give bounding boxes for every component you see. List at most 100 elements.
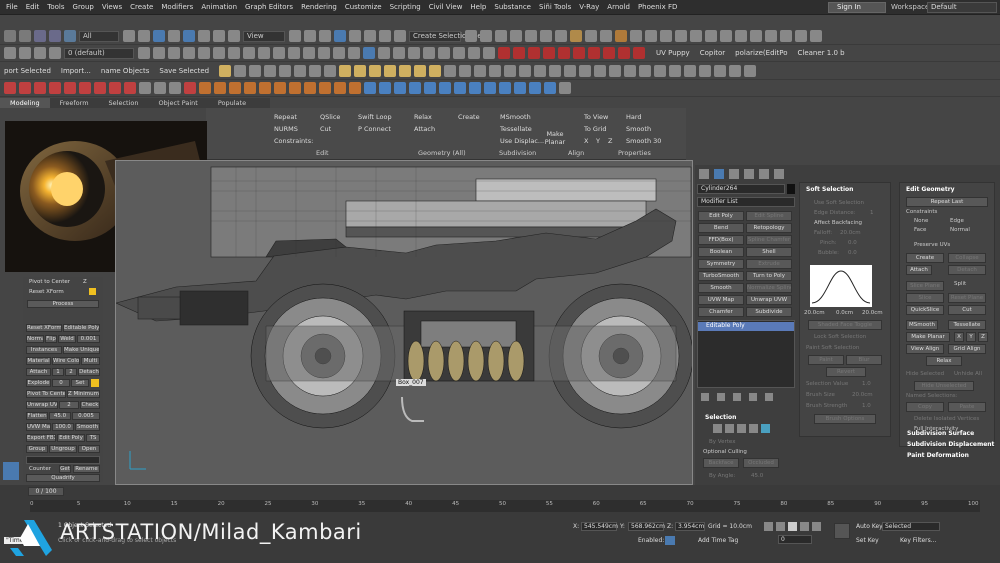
render-tool-f-icon[interactable]: [79, 82, 91, 94]
explode-value-field[interactable]: 0: [52, 379, 70, 387]
edit-geometry-header[interactable]: Edit Geometry: [906, 186, 955, 193]
unlink-icon[interactable]: [49, 30, 61, 42]
use-soft-selection-checkbox[interactable]: Use Soft Selection: [814, 200, 864, 206]
edge-distance-checkbox[interactable]: Edge Distance:: [814, 210, 856, 216]
constraint-none-radio[interactable]: None: [914, 218, 928, 224]
layer-tool-p-icon[interactable]: [378, 47, 390, 59]
script-u-icon[interactable]: [534, 65, 547, 77]
polarize-button[interactable]: polarize(EditPo: [735, 49, 787, 57]
create-button[interactable]: Create: [906, 253, 944, 263]
fluid-j-icon[interactable]: [499, 82, 511, 94]
planar-x-button[interactable]: X: [954, 332, 964, 342]
menu-views[interactable]: Views: [102, 3, 130, 11]
fire-k-icon[interactable]: [349, 82, 361, 94]
mod-shell-button[interactable]: Shell: [746, 247, 792, 257]
toolbar-icon-c[interactable]: [690, 30, 702, 42]
slice-plane-button[interactable]: Slice Plane: [906, 281, 944, 291]
script-w-icon[interactable]: [564, 65, 577, 77]
angle-snap-icon[interactable]: [349, 30, 361, 42]
ribbon-nurms[interactable]: NURMS: [274, 125, 298, 133]
pivot-to-center-button[interactable]: Pivot To Center: [26, 390, 66, 398]
script-m-icon[interactable]: [414, 65, 427, 77]
fluid-e-icon[interactable]: [424, 82, 436, 94]
make-planar-button[interactable]: Make Planar: [906, 332, 950, 342]
y-coordinate-field[interactable]: 568.962cm: [628, 522, 665, 531]
time-slider[interactable]: 0 / 100: [28, 487, 64, 496]
menu-graph-editors[interactable]: Graph Editors: [245, 3, 301, 11]
script-r-icon[interactable]: [489, 65, 502, 77]
mod-edit-poly-button[interactable]: Edit Poly: [698, 211, 744, 221]
toolbar-icon-h[interactable]: [765, 30, 777, 42]
fluid-b-icon[interactable]: [379, 82, 391, 94]
mod-spline-chamfer-button[interactable]: Spline Chamfer: [746, 235, 792, 245]
render-tool-d-icon[interactable]: [49, 82, 61, 94]
keyboard-shortcut-icon[interactable]: [319, 30, 331, 42]
move-icon[interactable]: [183, 30, 195, 42]
layer-tool-r-icon[interactable]: [408, 47, 420, 59]
ribbon-smooth[interactable]: Smooth: [626, 125, 651, 133]
mod-chamfer-button[interactable]: Chamfer: [698, 307, 744, 317]
x-coordinate-field[interactable]: 545.549cm: [581, 522, 618, 531]
brush-options-button[interactable]: Brush Options: [814, 414, 876, 424]
record-icon[interactable]: [184, 82, 196, 94]
percent-snap-icon[interactable]: [364, 30, 376, 42]
quickslice-button[interactable]: QuickSlice: [906, 305, 944, 315]
workspaces-dropdown[interactable]: Default: [927, 2, 997, 13]
hide-selected-button[interactable]: Hide Selected: [906, 371, 944, 377]
affect-backfacing-checkbox[interactable]: Affect Backfacing: [814, 220, 862, 226]
z-minimum-button[interactable]: Z Minimum: [67, 390, 100, 398]
layer-tool-u-icon[interactable]: [453, 47, 465, 59]
fire-h-icon[interactable]: [304, 82, 316, 94]
render-tool-h-icon[interactable]: [109, 82, 121, 94]
cut-button[interactable]: Cut: [948, 305, 986, 315]
set-keys-icon[interactable]: [834, 523, 850, 539]
select-manipulate-icon[interactable]: [304, 30, 316, 42]
modify-tab-icon[interactable]: [714, 169, 724, 179]
script-p-icon[interactable]: [459, 65, 472, 77]
ribbon-hard[interactable]: Hard: [626, 113, 642, 121]
revert-button[interactable]: Revert: [826, 367, 866, 377]
toolbar-icon-k[interactable]: [810, 30, 822, 42]
copy-selection-button[interactable]: Copy: [906, 402, 944, 412]
ribbon-make-planar[interactable]: Make Planar: [544, 130, 566, 146]
script-l-icon[interactable]: [399, 65, 412, 77]
multi-button[interactable]: Multi: [81, 357, 100, 365]
script-q-icon[interactable]: [474, 65, 487, 77]
material-button[interactable]: Material: [26, 357, 51, 365]
render-tool-a-icon[interactable]: [4, 82, 16, 94]
timeline[interactable]: 0 / 100 0 5 10 15 20 25 30 35 40 45 50 55 60 65 70 75 80…: [0, 485, 1000, 513]
script-n-icon[interactable]: [429, 65, 442, 77]
bogie-wireframe[interactable]: [116, 161, 693, 485]
by-angle-field[interactable]: 45.0: [751, 473, 763, 479]
spinner-snap-icon[interactable]: [379, 30, 391, 42]
menu-modifiers[interactable]: Modifiers: [161, 3, 201, 11]
toolbar-icon-b[interactable]: [675, 30, 687, 42]
backface-button[interactable]: Backface: [703, 458, 739, 468]
teapot-icon[interactable]: [219, 65, 232, 77]
menu-help[interactable]: Help: [470, 3, 494, 11]
edit-poly-button[interactable]: Edit Poly: [57, 434, 85, 442]
view-align-button[interactable]: View Align: [906, 344, 944, 354]
attach-2-field[interactable]: 2: [65, 368, 77, 376]
fluid-k-icon[interactable]: [514, 82, 526, 94]
perspective-viewport[interactable]: Box_007: [115, 160, 693, 485]
toolbar-icon-d[interactable]: [705, 30, 717, 42]
layer-tool-w-icon[interactable]: [483, 47, 495, 59]
tab-object-paint[interactable]: Object Paint: [149, 98, 208, 108]
mod-smooth-button[interactable]: Smooth: [698, 283, 744, 293]
pinch-field[interactable]: 0.0: [848, 240, 857, 246]
show-end-result-icon[interactable]: [717, 393, 725, 401]
fluid-h-icon[interactable]: [469, 82, 481, 94]
script-v-icon[interactable]: [549, 65, 562, 77]
toolbar-icon-j[interactable]: [795, 30, 807, 42]
make-unique-button[interactable]: Make Unique: [63, 346, 100, 354]
layer-tool-m-icon[interactable]: [318, 47, 330, 59]
menu-create[interactable]: Create: [130, 3, 161, 11]
script-ag-icon[interactable]: [714, 65, 727, 77]
layer-hide-icon[interactable]: [34, 47, 46, 59]
flip-button[interactable]: Flip: [45, 335, 57, 343]
normal-button[interactable]: Normal: [26, 335, 44, 343]
ribbon-align-z[interactable]: Z: [608, 137, 612, 145]
z-coordinate-field[interactable]: 3.954cm: [675, 522, 705, 531]
mod-uvw-map-button[interactable]: UVW Map: [698, 295, 744, 305]
